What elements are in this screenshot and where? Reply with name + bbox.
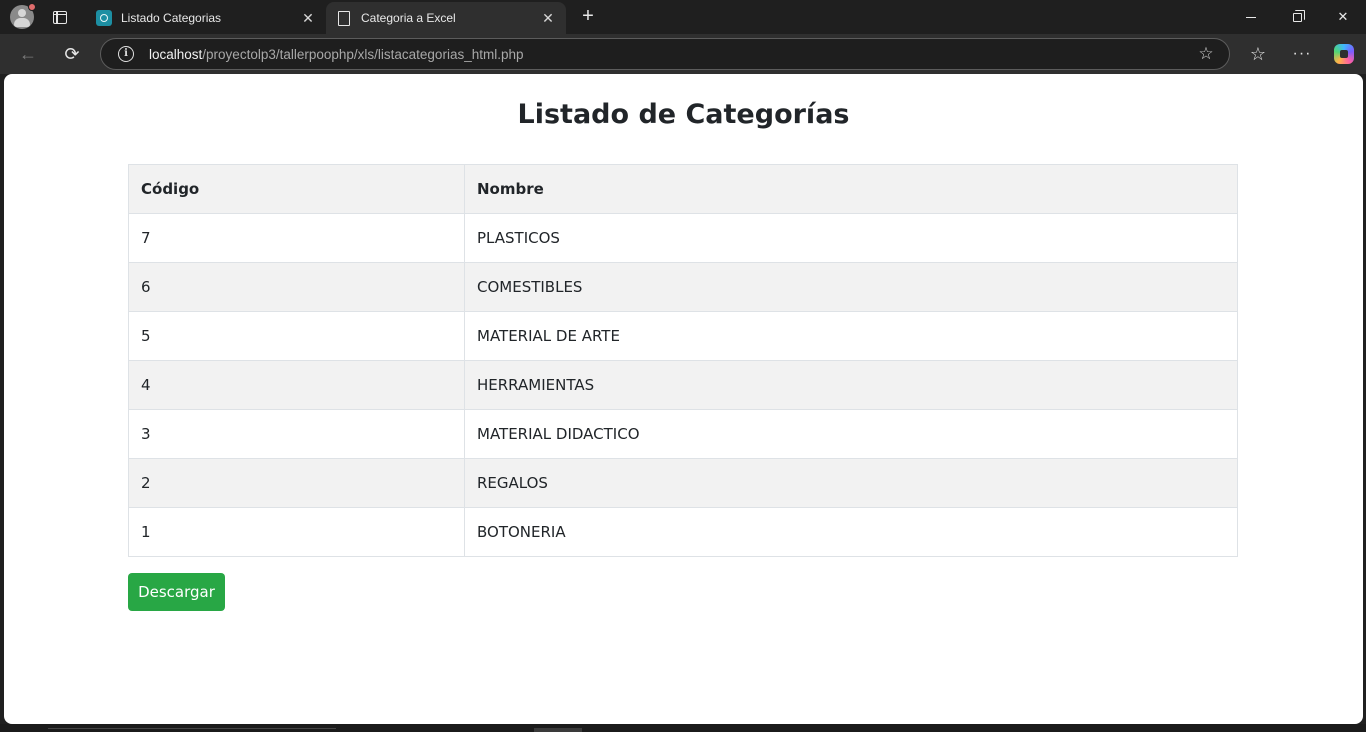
favorites-icon[interactable]: ☆ [1244, 40, 1272, 68]
page-viewport: Listado de Categorías Código Nombre 7 PL… [4, 74, 1363, 724]
address-bar[interactable]: i localhost/proyectolp3/tallerpoophp/xls… [100, 38, 1230, 70]
table-row: 6 COMESTIBLES [128, 262, 1238, 312]
tab-actions-icon[interactable] [46, 6, 74, 28]
document-icon [336, 10, 352, 26]
cell-nombre: COMESTIBLES [464, 262, 1238, 312]
url-host: localhost [149, 46, 203, 62]
url-path: /proyectolp3/tallerpoophp/xls/listacateg… [202, 46, 524, 62]
profile-avatar-icon[interactable] [10, 3, 36, 29]
close-window-icon[interactable]: ✕ [1320, 0, 1366, 34]
cell-codigo: 4 [128, 360, 465, 410]
cell-nombre: MATERIAL DIDACTICO [464, 409, 1238, 459]
tab-listado-categorias[interactable]: Listado Categorias ✕ [86, 2, 326, 34]
favorite-star-icon[interactable]: ☆ [1197, 45, 1215, 63]
table-row: 2 REGALOS [128, 458, 1238, 508]
table-row: 7 PLASTICOS [128, 213, 1238, 263]
cell-codigo: 2 [128, 458, 465, 508]
tab-title: Categoria a Excel [361, 11, 456, 25]
table-header-row: Código Nombre [128, 164, 1238, 214]
column-header-nombre: Nombre [464, 164, 1238, 214]
reload-icon[interactable]: ⟳ [58, 40, 86, 68]
site-info-icon[interactable]: i [118, 46, 134, 62]
table-row: 1 BOTONERIA [128, 507, 1238, 557]
page-title: Listado de Categorías [517, 99, 850, 130]
column-header-codigo: Código [128, 164, 465, 214]
cell-codigo: 7 [128, 213, 465, 263]
cell-nombre: REGALOS [464, 458, 1238, 508]
cell-codigo: 1 [128, 507, 465, 557]
new-tab-icon[interactable]: + [578, 6, 598, 26]
download-button[interactable]: Descargar [128, 573, 225, 611]
restore-icon[interactable] [1274, 0, 1320, 34]
taskbar-edge [0, 724, 1366, 732]
tab-title: Listado Categorias [121, 11, 222, 25]
close-tab-icon[interactable]: ✕ [540, 10, 556, 26]
url-text[interactable]: localhost/proyectolp3/tallerpoophp/xls/l… [149, 47, 523, 62]
cell-nombre: PLASTICOS [464, 213, 1238, 263]
cell-codigo: 5 [128, 311, 465, 361]
categories-table: Código Nombre 7 PLASTICOS 6 COMESTIBLES … [128, 164, 1238, 557]
table-row: 5 MATERIAL DE ARTE [128, 311, 1238, 361]
tab-strip: Listado Categorias ✕ Categoria a Excel ✕… [0, 0, 1366, 34]
more-options-icon[interactable]: ··· [1288, 40, 1316, 68]
site-icon [96, 10, 112, 26]
back-arrow-icon[interactable]: ← [14, 40, 42, 68]
close-tab-icon[interactable]: ✕ [300, 10, 316, 26]
cell-nombre: BOTONERIA [464, 507, 1238, 557]
cell-nombre: MATERIAL DE ARTE [464, 311, 1238, 361]
cell-codigo: 3 [128, 409, 465, 459]
table-row: 4 HERRAMIENTAS [128, 360, 1238, 410]
copilot-icon[interactable] [1330, 40, 1358, 68]
browser-toolbar: ← ⟳ i localhost/proyectolp3/tallerpoophp… [0, 34, 1366, 74]
cell-codigo: 6 [128, 262, 465, 312]
minimize-icon[interactable] [1228, 0, 1274, 34]
cell-nombre: HERRAMIENTAS [464, 360, 1238, 410]
table-row: 3 MATERIAL DIDACTICO [128, 409, 1238, 459]
tab-categoria-a-excel[interactable]: Categoria a Excel ✕ [326, 2, 566, 34]
